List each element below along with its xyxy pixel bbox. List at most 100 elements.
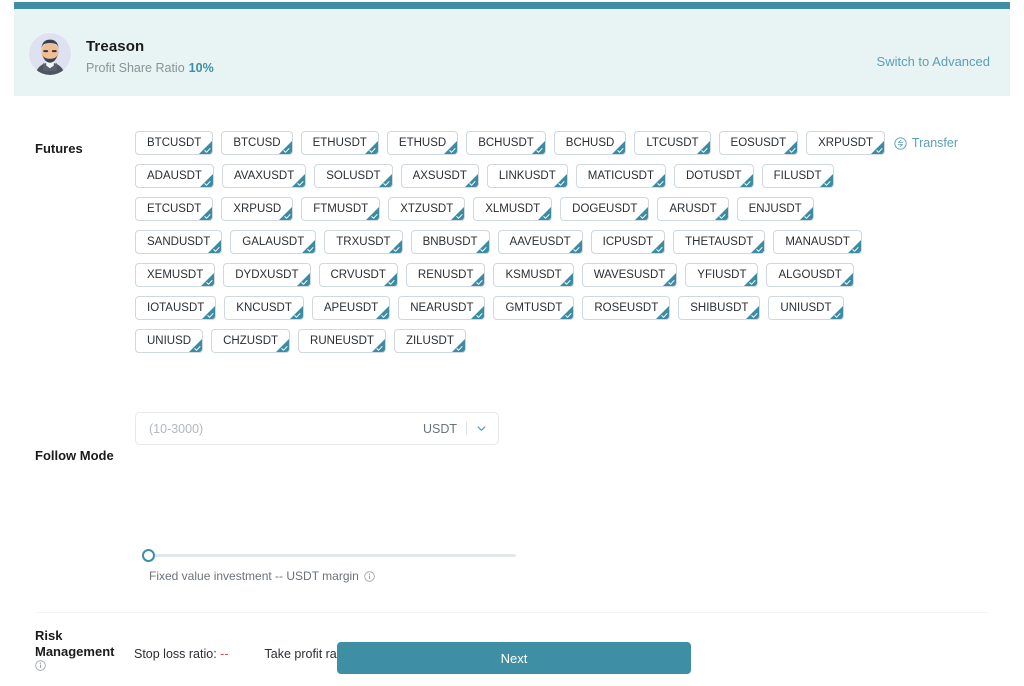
chip-selected-corner	[651, 240, 665, 253]
chip-selected-corner	[553, 174, 567, 187]
futures-chip-label: BCHUSDT	[478, 137, 534, 149]
futures-chip[interactable]: TRXUSDT	[324, 230, 403, 254]
next-button[interactable]: Next	[337, 642, 691, 674]
futures-chip[interactable]: AXSUSDT	[400, 164, 479, 188]
futures-chip[interactable]: AAVEUSDT	[497, 230, 583, 254]
futures-chip[interactable]: XTZUSDT	[388, 197, 466, 221]
futures-chip[interactable]: BCHUSD	[553, 131, 627, 155]
futures-chip-label: AAVEUSDT	[509, 236, 571, 248]
futures-chip[interactable]: ETHUSD	[386, 131, 459, 155]
futures-chip[interactable]: UNIUSD	[135, 329, 204, 353]
futures-chip[interactable]: DYDXUSDT	[223, 263, 311, 287]
chip-selected-corner	[464, 174, 478, 187]
chip-selected-corner	[296, 273, 310, 286]
chip-selected-corner	[371, 339, 385, 352]
futures-chip[interactable]: FILUSDT	[761, 164, 834, 188]
futures-chip[interactable]: ICPUSDT	[590, 230, 666, 254]
slider-track[interactable]	[150, 554, 516, 557]
futures-chip[interactable]: SHIBUSDT	[678, 296, 761, 320]
section-divider-top	[35, 612, 989, 613]
futures-chip-label: EOSUSDT	[730, 137, 787, 149]
futures-chip-label: IOTAUSDT	[147, 302, 205, 314]
futures-chip[interactable]: SOLUSDT	[314, 164, 393, 188]
futures-chip[interactable]: SANDUSDT	[135, 230, 223, 254]
chip-selected-corner	[289, 306, 303, 319]
stop-loss-ratio-item[interactable]: Stop loss ratio: --	[134, 647, 229, 661]
switch-to-advanced-link[interactable]: Switch to Advanced	[877, 54, 990, 69]
futures-chip[interactable]: APEUSDT	[311, 296, 391, 320]
futures-chip[interactable]: IOTAUSDT	[135, 296, 217, 320]
chip-selected-corner	[531, 141, 545, 154]
chip-selected-corner	[199, 174, 213, 187]
chevron-down-icon[interactable]	[475, 422, 488, 435]
futures-chip[interactable]: ZILUSDT	[393, 329, 466, 353]
futures-chip[interactable]: AVAXUSDT	[221, 164, 307, 188]
chip-selected-corner	[538, 207, 552, 220]
futures-chip[interactable]: DOGEUSDT	[560, 197, 650, 221]
futures-chip[interactable]: RENUSDT	[405, 263, 486, 287]
futures-chip[interactable]: ENJUSDT	[736, 197, 814, 221]
futures-chip-label: ALGOUSDT	[778, 269, 842, 281]
futures-chip[interactable]: YFIUSDT	[685, 263, 759, 287]
futures-chip-label: XEMUSDT	[147, 269, 204, 281]
futures-chip-label: WAVESUSDT	[593, 269, 666, 281]
futures-chip[interactable]: MATICUSDT	[575, 164, 666, 188]
profit-share-value: 10%	[188, 61, 214, 75]
futures-chip[interactable]: FTMUSDT	[301, 197, 381, 221]
futures-chip[interactable]: ETCUSDT	[135, 197, 214, 221]
follow-amount-field[interactable]: USDT	[135, 412, 499, 445]
chip-selected-corner	[568, 240, 582, 253]
chip-selected-corner	[471, 306, 485, 319]
transfer-button[interactable]: Transfer	[894, 136, 958, 150]
futures-chip[interactable]: XLMUSDT	[473, 197, 553, 221]
futures-chip[interactable]: ARUSDT	[657, 197, 729, 221]
follow-amount-slider[interactable]	[142, 548, 516, 562]
futures-chip[interactable]: XRPUSD	[221, 197, 294, 221]
transfer-label: Transfer	[911, 136, 958, 150]
futures-chip[interactable]: XEMUSDT	[135, 263, 216, 287]
futures-chip[interactable]: ALGOUSDT	[766, 263, 854, 287]
futures-chip[interactable]: NEARUSDT	[398, 296, 486, 320]
follow-mode-hint-text: Fixed value investment -- USDT margin	[149, 569, 359, 583]
futures-chip[interactable]: XRPUSDT	[806, 131, 886, 155]
futures-chip[interactable]: DOTUSDT	[674, 164, 754, 188]
futures-chip[interactable]: GMTUSDT	[493, 296, 575, 320]
profit-share-row: Profit Share Ratio 10%	[86, 60, 214, 76]
futures-chip[interactable]: CHZUSDT	[211, 329, 291, 353]
futures-chip[interactable]: BTCUSDT	[135, 131, 214, 155]
futures-chip[interactable]: ADAUSDT	[135, 164, 214, 188]
futures-chip[interactable]: ETHUSDT	[300, 131, 379, 155]
futures-chip[interactable]: GALAUSDT	[230, 230, 317, 254]
futures-chip[interactable]: BNBUSDT	[410, 230, 490, 254]
futures-chip[interactable]: THETAUSDT	[673, 230, 766, 254]
futures-chip-label: CHZUSDT	[223, 335, 279, 347]
chip-selected-corner	[652, 174, 665, 187]
futures-chip[interactable]: LTCUSDT	[634, 131, 711, 155]
futures-chip[interactable]: ROSEUSDT	[582, 296, 671, 320]
futures-chip[interactable]: RUNEUSDT	[298, 329, 386, 353]
unit-divider	[466, 422, 467, 435]
chip-selected-corner	[612, 141, 626, 154]
follow-mode-label: Follow Mode	[35, 448, 114, 463]
futures-chip[interactable]: MANAUSDT	[773, 230, 862, 254]
futures-chip[interactable]: CRVUSDT	[318, 263, 398, 287]
risk-management-info-icon[interactable]	[35, 660, 46, 671]
slider-handle[interactable]	[142, 549, 155, 562]
futures-chip-label: BCHUSD	[565, 137, 615, 149]
chip-selected-corner	[799, 207, 813, 220]
info-icon[interactable]	[364, 570, 375, 582]
follow-amount-input[interactable]	[149, 421, 423, 436]
futures-chip[interactable]: KSMUSDT	[493, 263, 574, 287]
futures-chip[interactable]: EOSUSDT	[718, 131, 799, 155]
futures-chip[interactable]: LINKUSDT	[486, 164, 568, 188]
chip-selected-corner	[208, 240, 222, 253]
profile-header: Treason Profit Share Ratio 10% Switch to …	[14, 9, 1010, 96]
futures-chip-label: CRVUSDT	[330, 269, 386, 281]
futures-chip[interactable]: BTCUSD	[221, 131, 293, 155]
futures-chip[interactable]: UNIUSDT	[768, 296, 844, 320]
futures-chip[interactable]: WAVESUSDT	[581, 263, 678, 287]
futures-chip-label: MANAUSDT	[785, 236, 850, 248]
futures-chip[interactable]: KNCUSDT	[224, 296, 304, 320]
futures-chip[interactable]: BCHUSDT	[466, 131, 546, 155]
futures-chip-label: BTCUSDT	[147, 137, 202, 149]
